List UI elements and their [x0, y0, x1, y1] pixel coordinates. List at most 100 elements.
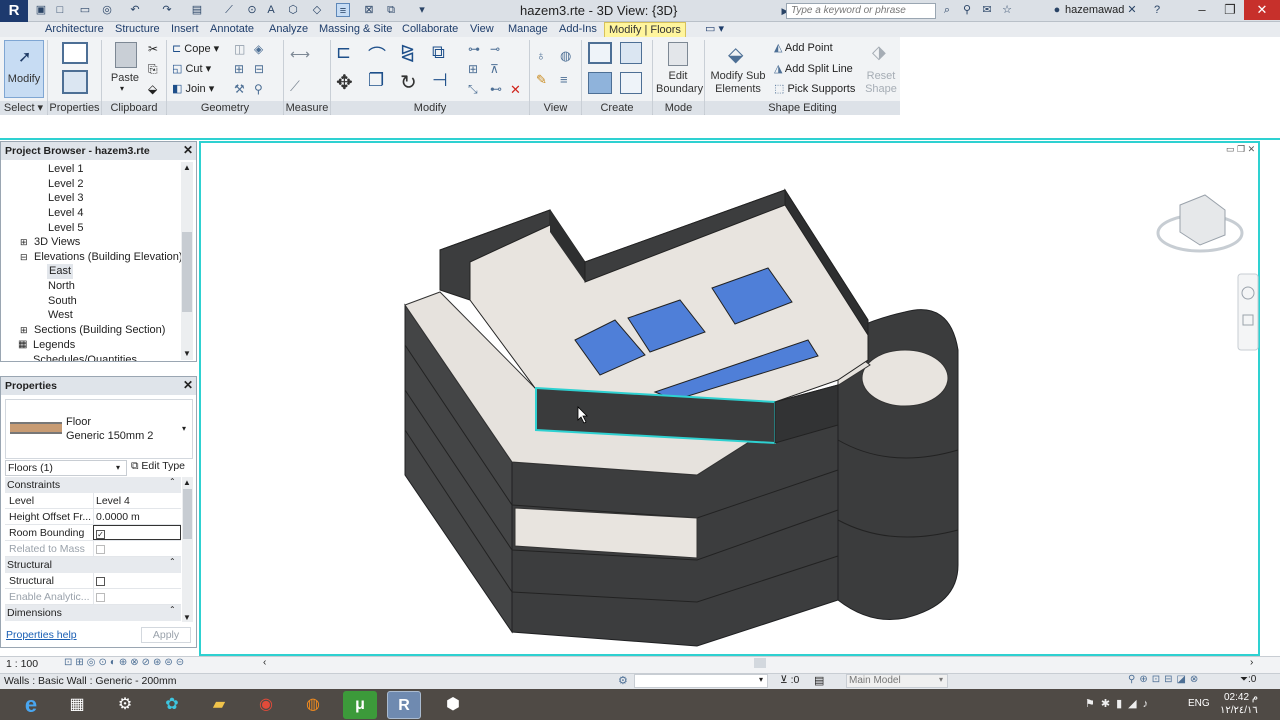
revit-app-icon[interactable]: R	[0, 0, 28, 22]
horizontal-scrollbar-thumb[interactable]	[754, 658, 766, 668]
room-bounding-checkbox[interactable]: ✓	[96, 529, 105, 539]
collapse-icon[interactable]: ⊟	[20, 250, 28, 265]
cylinder-roof[interactable]	[861, 349, 949, 407]
prop-room-bounding-value[interactable]: ✓	[93, 525, 181, 540]
chrome-icon[interactable]: ◉	[249, 691, 283, 719]
exchange-icon[interactable]: ✕	[1125, 3, 1139, 17]
instance-selector[interactable]: Floors (1) ▾	[5, 460, 127, 476]
tab-annotate[interactable]: Annotate	[209, 22, 255, 37]
create-parts-icon[interactable]	[588, 42, 612, 64]
utorrent-icon[interactable]: μ	[343, 691, 377, 719]
revit-taskbar-icon[interactable]: R	[387, 691, 421, 719]
navigation-bar[interactable]	[1237, 273, 1259, 351]
browser-item-north[interactable]: North	[48, 279, 75, 294]
edit-boundary-button[interactable]: Edit Boundary	[656, 40, 703, 98]
copy-element-icon[interactable]: ❐	[368, 70, 384, 91]
collapse-group-icon[interactable]: ⌃	[169, 557, 176, 566]
group-dimensions[interactable]: Dimensions	[5, 605, 181, 621]
browser-item-level-2[interactable]: Level 2	[48, 177, 83, 192]
join-button[interactable]: ◧ Join ▾	[172, 82, 214, 95]
maximize-button[interactable]: ❐	[1216, 0, 1244, 20]
linework-icon[interactable]: ≡	[560, 72, 568, 87]
tools-icon[interactable]: ⚙	[108, 691, 142, 719]
group-structural[interactable]: Structural	[5, 557, 181, 573]
dimension-icon[interactable]: ⊙	[245, 3, 259, 17]
subscription-icon[interactable]: ⚲	[960, 3, 974, 17]
mirror-draw-icon[interactable]: ⧉	[432, 42, 445, 63]
properties-help-link[interactable]: Properties help	[6, 629, 77, 641]
3d-view-icon[interactable]: ⬡	[286, 3, 300, 17]
expand-icon[interactable]: ⊞	[20, 235, 28, 250]
tray-icons[interactable]: ⚑✱▮◢♪	[1085, 697, 1154, 710]
scroll-up-icon[interactable]: ▲	[183, 163, 191, 172]
new-icon[interactable]: □	[53, 3, 67, 17]
prop-offset-value[interactable]: 0.0000 m	[93, 509, 181, 524]
override-graphics-icon[interactable]: ✎	[536, 72, 547, 88]
print-icon[interactable]: ▤	[190, 3, 204, 17]
demolish-icon[interactable]: ⚒	[234, 82, 245, 96]
collapse-group-icon[interactable]: ⌃	[169, 477, 176, 486]
move-icon[interactable]: ✥	[336, 70, 353, 95]
browser-item-level-3[interactable]: Level 3	[48, 191, 83, 206]
select-panel-title[interactable]: Select ▾	[0, 101, 47, 115]
view-control-icons[interactable]: ⊡⊞◎⊙◐⊕⊗⊘⊛⊜⊝	[64, 657, 187, 668]
worksets-icon[interactable]: ⚙	[618, 674, 628, 687]
edit-type-button[interactable]: ⧉ Edit Type	[131, 460, 185, 473]
create-assembly-icon[interactable]	[588, 72, 612, 94]
filter-icon[interactable]: ⊻	[780, 674, 788, 686]
undo-icon[interactable]: ↶	[128, 3, 142, 17]
browser-item-elevations[interactable]: Elevations (Building Elevation)	[34, 250, 183, 265]
tab-massing-site[interactable]: Massing & Site	[318, 22, 393, 37]
apply-button[interactable]: Apply	[141, 627, 191, 643]
split-element-icon[interactable]: ⊶	[468, 42, 480, 56]
type-properties-button[interactable]	[58, 40, 92, 98]
measure-icon[interactable]: ⟋	[222, 3, 236, 17]
browser-item-east[interactable]: East	[47, 264, 74, 279]
browser-item-legends[interactable]: Legends	[33, 338, 75, 353]
screen-recorder-icon[interactable]: ⬢	[436, 691, 470, 719]
collapse-group-icon[interactable]: ⌃	[169, 605, 176, 614]
scroll-down-icon[interactable]: ▼	[183, 613, 191, 622]
save-icon[interactable]: ▣	[34, 3, 48, 17]
create-similar-icon[interactable]	[620, 72, 642, 94]
browser-scrollbar-thumb[interactable]	[182, 232, 192, 312]
binoculars-icon[interactable]: ⌕	[940, 3, 954, 17]
viewcube-icon[interactable]	[1179, 194, 1226, 246]
tab-add-ins[interactable]: Add-Ins	[558, 22, 598, 37]
pick-supports-button[interactable]: ⬚ Pick Supports	[774, 82, 855, 95]
user-name[interactable]: hazemawad	[1065, 4, 1124, 16]
building-model[interactable]: ▭ ❐ ✕	[199, 141, 1260, 656]
prop-structural-value[interactable]	[93, 573, 181, 588]
browser-item-level-5[interactable]: Level 5	[48, 221, 83, 236]
browser-item-west[interactable]: West	[48, 308, 73, 323]
browser-item-level-1[interactable]: Level 1	[48, 162, 83, 177]
internet-explorer-icon[interactable]: e	[14, 691, 48, 719]
scroll-down-icon[interactable]: ▼	[183, 349, 191, 358]
tab-options-icon[interactable]: ▭ ▾	[704, 22, 725, 37]
close-hidden-icon[interactable]: ⊠	[362, 3, 376, 17]
communication-icon[interactable]: ✉	[980, 3, 994, 17]
properties-scrollbar-thumb[interactable]	[183, 489, 192, 539]
prop-level-value[interactable]: Level 4	[93, 493, 181, 508]
network-icon[interactable]: ▦	[60, 691, 94, 719]
sync-icon[interactable]: ◎	[100, 3, 114, 17]
close-icon[interactable]: ✕	[183, 378, 193, 392]
split-gap-icon[interactable]: ⊷	[490, 82, 502, 96]
modify-button[interactable]: ➚ Modify	[4, 40, 44, 98]
measure-distance-icon[interactable]: ⟷	[290, 46, 310, 63]
filter-funnel-icon[interactable]: ⏷:0	[1240, 674, 1256, 685]
scroll-up-icon[interactable]: ▲	[183, 478, 191, 487]
open-icon[interactable]: ▭	[78, 3, 92, 17]
section-icon[interactable]: ◇	[310, 3, 324, 17]
selection-toggle-icons[interactable]: ⚲⊕⊡⊟◪⊗	[1128, 674, 1202, 685]
remove-paint-icon[interactable]: ⊟	[254, 62, 264, 76]
scroll-left-icon[interactable]: ‹	[263, 657, 266, 668]
type-selector[interactable]: Floor Generic 150mm 2 ▾	[5, 399, 193, 459]
cut-scissors-icon[interactable]: ✂	[148, 42, 158, 56]
hammer-icon[interactable]: ⚲	[254, 82, 263, 96]
tab-manage[interactable]: Manage	[507, 22, 549, 37]
view-window-controls-icon[interactable]: ▭ ❐ ✕	[1226, 144, 1255, 154]
paste-button[interactable]: Paste ▾	[108, 40, 142, 98]
tab-collaborate[interactable]: Collaborate	[401, 22, 459, 37]
file-explorer-icon[interactable]: ▰	[202, 691, 236, 719]
